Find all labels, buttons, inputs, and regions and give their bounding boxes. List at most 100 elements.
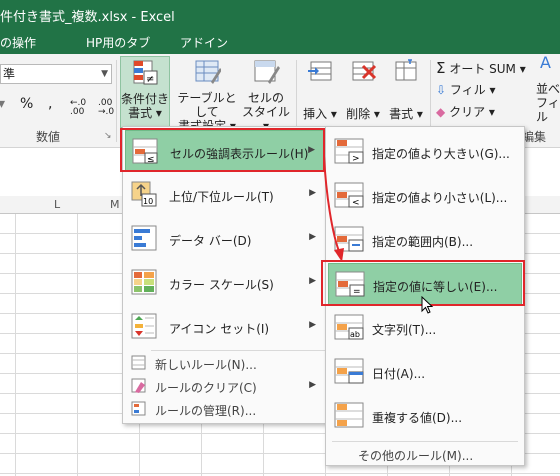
annotation-box-highlight-rules xyxy=(120,128,325,172)
submenu-item-less-than[interactable]: < 指定の値より小さい(L)... xyxy=(328,175,522,217)
insert-cells-icon xyxy=(308,61,332,81)
duplicate-values-icon xyxy=(334,402,364,428)
number-format-value: 準 xyxy=(3,67,16,81)
menu-item-icon-sets[interactable]: アイコン セット(I) ▶ xyxy=(125,306,324,348)
fill-button[interactable]: ⇩ フィル ▾ xyxy=(436,80,496,100)
svg-text:<: < xyxy=(352,198,360,208)
delete-cells-icon xyxy=(352,61,377,81)
submenu-item-duplicate-values[interactable]: 重複する値(D)... xyxy=(328,395,522,437)
title-bar: 件付き書式_複数.xlsx - Excel xyxy=(0,0,560,30)
window-title: 件付き書式_複数.xlsx - Excel xyxy=(0,10,175,25)
comma-button[interactable]: , xyxy=(48,96,52,112)
cell-styles-label-1: セルの xyxy=(247,91,284,105)
annotation-arrow xyxy=(323,155,344,262)
ribbon-tabs: の操作 HP用のタブ アドイン xyxy=(0,30,560,54)
sort-label-1: 並べ xyxy=(536,82,560,96)
cell-styles-icon xyxy=(254,60,280,84)
autosum-button[interactable]: Σ オート SUM ▾ xyxy=(436,58,526,78)
chevron-down-icon: ▼ xyxy=(101,69,108,79)
tab-addins[interactable]: アドイン xyxy=(180,33,228,53)
clear-button[interactable]: ◆ クリア ▾ xyxy=(436,102,495,122)
delete-label: 削除 ▾ xyxy=(346,107,380,121)
menu-item-data-bars[interactable]: データ バー(D) ▶ xyxy=(125,218,324,260)
table-style-icon xyxy=(195,60,222,84)
currency-dropdown-icon[interactable]: ▾ xyxy=(0,96,5,112)
column-header-l[interactable]: L xyxy=(54,198,60,211)
menu-item-new-rule[interactable]: 新しいルール(N)... xyxy=(125,352,324,374)
tab-review[interactable]: の操作 xyxy=(0,33,36,53)
tab-hp[interactable]: HP用のタブ xyxy=(86,33,150,53)
menu-divider xyxy=(151,350,325,351)
svg-text:10: 10 xyxy=(143,197,153,206)
calendar-icon xyxy=(334,358,364,384)
submenu-item-label: 指定の範囲内(B)... xyxy=(372,235,474,249)
format-label: 書式 ▾ xyxy=(389,107,423,121)
chevron-right-icon: ▶ xyxy=(309,276,316,286)
menu-item-manage-rules[interactable]: ルールの管理(R)... xyxy=(125,398,324,420)
edit-group-label: 編集 xyxy=(522,130,547,144)
submenu-item-label: その他のルール(M)... xyxy=(358,449,474,463)
eraser-icon: ◆ xyxy=(436,105,446,119)
menu-item-label: ルールの管理(R)... xyxy=(155,404,257,418)
text-contains-icon: ab xyxy=(334,314,364,340)
format-as-table-button[interactable]: テーブルとして 書式設定 ▾ xyxy=(172,56,242,133)
conditional-format-label-1: 条件付き xyxy=(121,92,170,106)
menu-item-label: ルールのクリア(C) xyxy=(155,381,257,395)
new-rule-icon xyxy=(131,355,146,370)
menu-item-color-scales[interactable]: カラー スケール(S) ▶ xyxy=(125,262,324,304)
number-group-label: 数値 xyxy=(36,130,61,144)
delete-button[interactable]: 削除 ▾ xyxy=(342,56,384,128)
fill-label: フィル ▾ xyxy=(449,83,496,97)
sort-icon: A xyxy=(540,56,551,72)
increase-decimal-button[interactable]: ←.0.00 xyxy=(70,99,86,117)
mouse-cursor-icon xyxy=(421,296,434,314)
dialog-launcher-icon[interactable]: ↘ xyxy=(104,131,112,141)
clear-label: クリア ▾ xyxy=(449,105,495,119)
icon-sets-icon xyxy=(131,313,157,339)
conditional-format-icon: ≠ xyxy=(133,60,158,85)
conditional-format-label-2: 書式 ▾ xyxy=(128,106,162,120)
menu-item-label: 新しいルール(N)... xyxy=(155,358,257,372)
svg-text:>: > xyxy=(352,154,360,164)
fill-down-icon: ⇩ xyxy=(436,83,447,97)
insert-button[interactable]: 挿入 ▾ xyxy=(300,56,340,128)
top-bottom-icon: 10 xyxy=(131,181,157,207)
insert-label: 挿入 ▾ xyxy=(303,107,337,121)
sort-filter-button[interactable]: A 並べ フィル xyxy=(532,56,560,128)
submenu-item-label: 日付(A)... xyxy=(372,367,426,381)
cell-styles-button[interactable]: セルの スタイル ▾ xyxy=(242,56,290,133)
svg-text:≠: ≠ xyxy=(146,74,154,85)
svg-text:ab: ab xyxy=(350,330,360,339)
percent-button[interactable]: % xyxy=(20,96,33,112)
format-table-label-1: テーブルとして xyxy=(177,91,237,119)
format-button[interactable]: 書式 ▾ xyxy=(386,56,426,128)
chevron-right-icon: ▶ xyxy=(309,380,316,390)
conditional-format-button[interactable]: ≠ 条件付き 書式 ▾ xyxy=(120,56,170,128)
color-scales-icon xyxy=(131,269,157,295)
submenu-item-label: 文字列(T)... xyxy=(372,323,437,337)
menu-item-top-bottom-rules[interactable]: 10 上位/下位ルール(T) ▶ xyxy=(125,174,324,216)
submenu-item-label: 指定の値より小さい(L)... xyxy=(372,191,508,205)
data-bars-icon xyxy=(131,225,157,251)
sort-label-2: フィル xyxy=(536,96,560,124)
menu-divider xyxy=(332,441,518,442)
menu-item-clear-rules[interactable]: ルールのクリア(C) ▶ xyxy=(125,375,324,397)
group-divider xyxy=(116,60,117,142)
chevron-right-icon: ▶ xyxy=(309,188,316,198)
submenu-item-more-rules[interactable]: その他のルール(M)... xyxy=(328,443,522,465)
menu-item-label: アイコン セット(I) xyxy=(169,322,270,336)
decrease-decimal-button[interactable]: .00 →.0 xyxy=(98,99,114,117)
number-format-select[interactable]: 準 ▼ xyxy=(0,64,112,84)
submenu-item-greater-than[interactable]: > 指定の値より大きい(G)... xyxy=(328,131,522,173)
column-header-m[interactable]: M xyxy=(110,198,120,211)
number-buttons-row: ▾ % , ←.0.00 .00 →.0 xyxy=(0,96,118,118)
chevron-right-icon: ▶ xyxy=(309,232,316,242)
submenu-item-between[interactable]: 指定の範囲内(B)... xyxy=(328,219,522,261)
format-cells-icon xyxy=(395,59,417,81)
menu-item-label: 上位/下位ルール(T) xyxy=(169,190,274,204)
manage-rules-icon xyxy=(131,401,146,416)
submenu-item-date[interactable]: 日付(A)... xyxy=(328,351,522,393)
clear-rules-icon xyxy=(131,378,146,393)
chevron-right-icon: ▶ xyxy=(309,320,316,330)
menu-item-label: カラー スケール(S) xyxy=(169,278,274,292)
